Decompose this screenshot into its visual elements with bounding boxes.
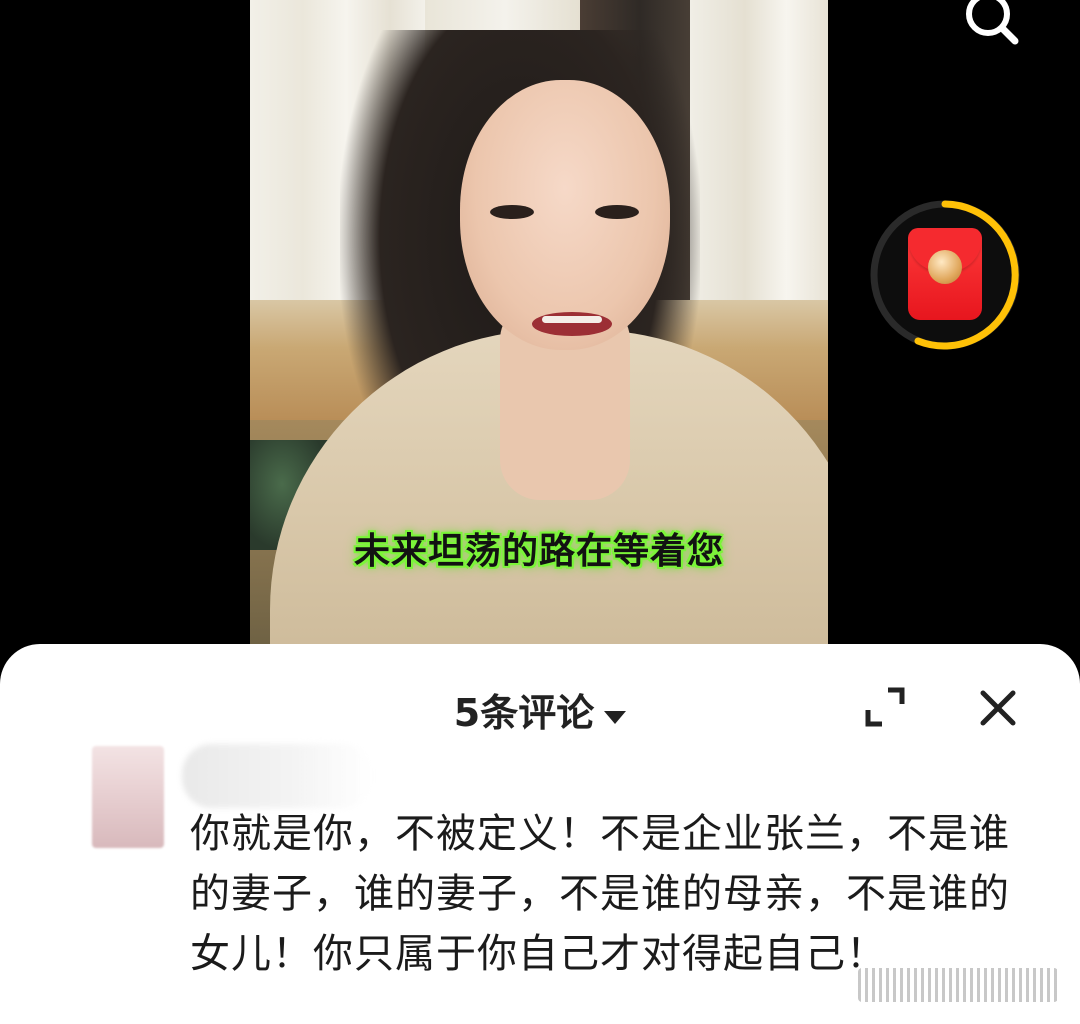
caret-down-icon[interactable] — [604, 711, 627, 724]
person-eye-left — [490, 205, 534, 219]
video-subtitle: 未来坦荡的路在等着您 — [353, 531, 724, 572]
comments-header[interactable]: 5条评论 — [0, 682, 1080, 737]
comments-panel: 5条评论 你就是你，不被定义！不是企业张兰，不是谁的妻子，谁的妻子，不是谁的母亲… — [0, 644, 1080, 1024]
red-packet-coin — [928, 250, 962, 284]
comments-count-title: 5条评论 — [453, 691, 595, 735]
red-packet-button[interactable] — [868, 198, 1022, 352]
watermark-logo — [858, 968, 1058, 1002]
curtain-right — [690, 0, 828, 310]
expand-button[interactable] — [862, 684, 908, 730]
person-teeth — [542, 316, 602, 323]
video-player[interactable]: 未来坦荡的路在等着您 — [250, 0, 828, 644]
close-icon — [980, 690, 1016, 726]
close-button[interactable] — [974, 684, 1022, 732]
commenter-username[interactable] — [182, 744, 372, 808]
search-icon — [966, 0, 1019, 45]
search-button[interactable] — [958, 0, 1028, 52]
commenter-avatar[interactable] — [92, 746, 164, 848]
expand-icon — [865, 687, 905, 727]
comment-text: 你就是你，不被定义！不是企业张兰，不是谁的妻子，谁的妻子，不是谁的母亲，不是谁的… — [190, 811, 1010, 977]
person-eye-right — [595, 205, 639, 219]
